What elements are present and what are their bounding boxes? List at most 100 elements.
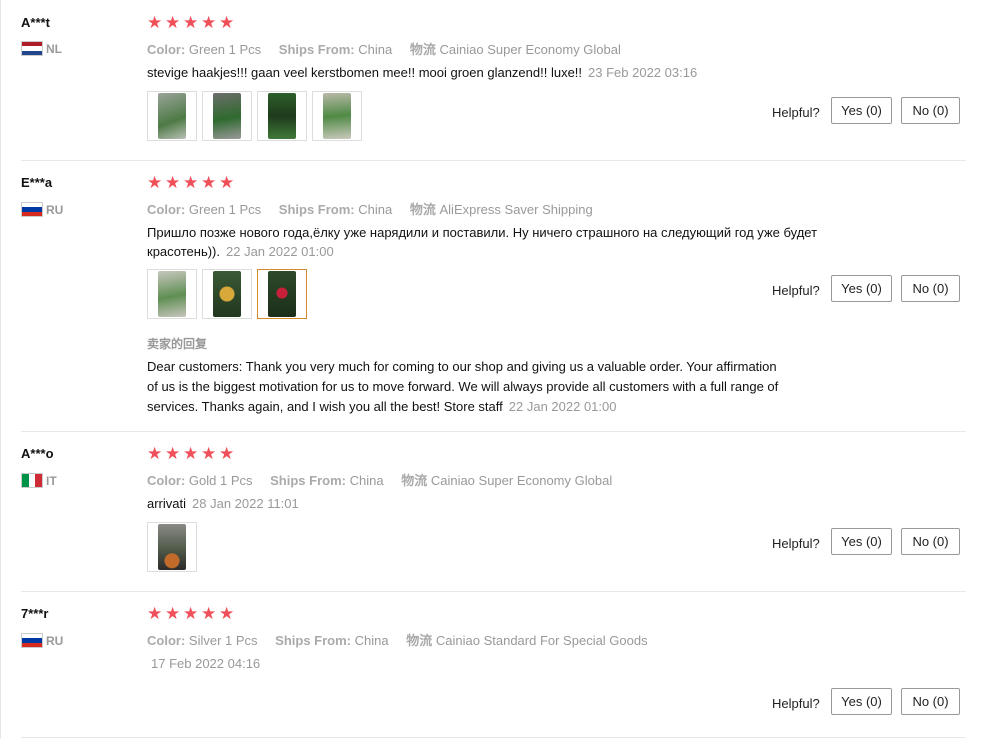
review-photo-thumbnail[interactable] [202, 269, 252, 319]
logistics-label: 物流 [409, 42, 436, 57]
color-value: Green 1 Pcs [188, 42, 262, 57]
star-icon: ★ [201, 604, 217, 624]
logistics-value: Cainiao Super Economy Global [430, 473, 613, 488]
review-date: 22 Jan 2022 01:00 [226, 244, 334, 259]
review-date: 28 Jan 2022 11:01 [192, 496, 299, 511]
star-icon: ★ [183, 13, 199, 33]
color-value: Green 1 Pcs [188, 202, 262, 217]
logistics-value: Cainiao Super Economy Global [439, 42, 621, 57]
ships-from-label: Ships From: [278, 202, 355, 217]
star-icon: ★ [183, 444, 199, 464]
logistics-label: 物流 [406, 633, 433, 648]
reviewer-name: 7***r [21, 606, 49, 621]
review-photo-thumbnail[interactable] [202, 91, 252, 141]
country-code: NL [46, 41, 62, 56]
divider [21, 737, 966, 738]
review-photo-thumbnail-selected[interactable] [257, 269, 307, 319]
star-icon: ★ [165, 604, 181, 624]
review-date: 17 Feb 2022 04:16 [151, 656, 261, 671]
reviewer-name: A***t [21, 15, 50, 30]
logistics-label: 物流 [401, 473, 428, 488]
ships-from-label: Ships From: [270, 473, 346, 488]
helpful-label: Helpful? [772, 696, 820, 711]
reviewer-name: A***o [21, 446, 54, 461]
star-icon: ★ [219, 604, 235, 624]
star-icon: ★ [219, 173, 235, 193]
helpful-no-button[interactable]: No (0) [901, 528, 960, 555]
divider [21, 591, 966, 592]
star-icon: ★ [165, 444, 181, 464]
star-icon: ★ [147, 13, 163, 33]
star-icon: ★ [165, 13, 181, 33]
divider [21, 431, 966, 432]
star-icon: ★ [147, 173, 163, 193]
reviewer-country: RU [21, 633, 63, 648]
logistics-value: AliExpress Saver Shipping [439, 202, 593, 217]
reviewer-country: NL [21, 41, 62, 56]
review-meta: Color: Green 1 Pcs Ships From: China 物流 … [147, 199, 607, 218]
flag-nl-icon [21, 41, 43, 56]
star-icon: ★ [201, 444, 217, 464]
flag-it-icon [21, 473, 43, 488]
review-photos [147, 269, 307, 319]
review-photo-thumbnail[interactable] [147, 91, 197, 141]
star-icon: ★ [183, 173, 199, 193]
review-photos [147, 522, 197, 572]
star-rating: ★ ★ ★ ★ ★ [147, 604, 236, 624]
review-photo-thumbnail[interactable] [312, 91, 362, 141]
country-code: RU [46, 202, 64, 217]
color-label: Color: [147, 42, 186, 57]
ships-from-value: China [358, 42, 393, 57]
flag-ru-icon [21, 202, 43, 217]
review-photo-thumbnail[interactable] [147, 522, 197, 572]
review-text: stevige haakjes!!! gaan veel kerstbomen … [147, 65, 698, 80]
color-label: Color: [147, 202, 186, 217]
review-photo-thumbnail[interactable] [257, 91, 307, 141]
review-photo-thumbnail[interactable] [147, 269, 197, 319]
star-icon: ★ [201, 173, 217, 193]
review-meta: Color: Green 1 Pcs Ships From: China 物流 … [147, 39, 635, 58]
reviewer-country: RU [21, 202, 63, 217]
color-value: Silver 1 Pcs [188, 633, 258, 648]
ships-from-label: Ships From: [278, 42, 355, 57]
star-icon: ★ [201, 13, 217, 33]
helpful-yes-button[interactable]: Yes (0) [831, 97, 892, 124]
helpful-no-button[interactable]: No (0) [901, 275, 960, 302]
review-meta: Color: Silver 1 Pcs Ships From: China 物流… [147, 630, 662, 649]
star-icon: ★ [219, 13, 235, 33]
logistics-value: Cainiao Standard For Special Goods [435, 633, 648, 648]
star-icon: ★ [147, 444, 163, 464]
star-rating: ★ ★ ★ ★ ★ [147, 444, 236, 464]
helpful-no-button[interactable]: No (0) [901, 97, 960, 124]
helpful-yes-button[interactable]: Yes (0) [831, 275, 892, 302]
color-value: Gold 1 Pcs [188, 473, 253, 488]
divider [21, 160, 966, 161]
star-icon: ★ [219, 444, 235, 464]
review-text: arrivati 28 Jan 2022 11:01 [147, 496, 299, 511]
review-date: 23 Feb 2022 03:16 [588, 65, 698, 80]
logistics-label: 物流 [409, 202, 436, 217]
color-label: Color: [147, 473, 186, 488]
star-rating: ★ ★ ★ ★ ★ [147, 173, 236, 193]
star-icon: ★ [165, 173, 181, 193]
review-photos [147, 91, 362, 141]
color-label: Color: [147, 633, 186, 648]
seller-reply-title: 卖家的回复 [147, 337, 208, 351]
helpful-yes-button[interactable]: Yes (0) [831, 688, 892, 715]
reviewer-country: IT [21, 473, 57, 488]
helpful-no-button[interactable]: No (0) [901, 688, 960, 715]
helpful-yes-button[interactable]: Yes (0) [831, 528, 892, 555]
helpful-label: Helpful? [772, 105, 820, 120]
ships-from-label: Ships From: [275, 633, 352, 648]
country-code: IT [46, 473, 57, 488]
ships-from-value: China [354, 633, 389, 648]
reviews-list: A***t NL ★ ★ ★ ★ ★ Color: Green 1 Pcs Ships … [0, 0, 985, 739]
seller-reply-text: Dear customers: Thank you very much for … [147, 359, 779, 414]
country-code: RU [46, 633, 64, 648]
ships-from-value: China [349, 473, 384, 488]
review-meta: Color: Gold 1 Pcs Ships From: China 物流 C… [147, 470, 626, 489]
flag-ru-icon [21, 633, 43, 648]
star-icon: ★ [183, 604, 199, 624]
ships-from-value: China [358, 202, 393, 217]
reviewer-name: E***a [21, 175, 53, 190]
